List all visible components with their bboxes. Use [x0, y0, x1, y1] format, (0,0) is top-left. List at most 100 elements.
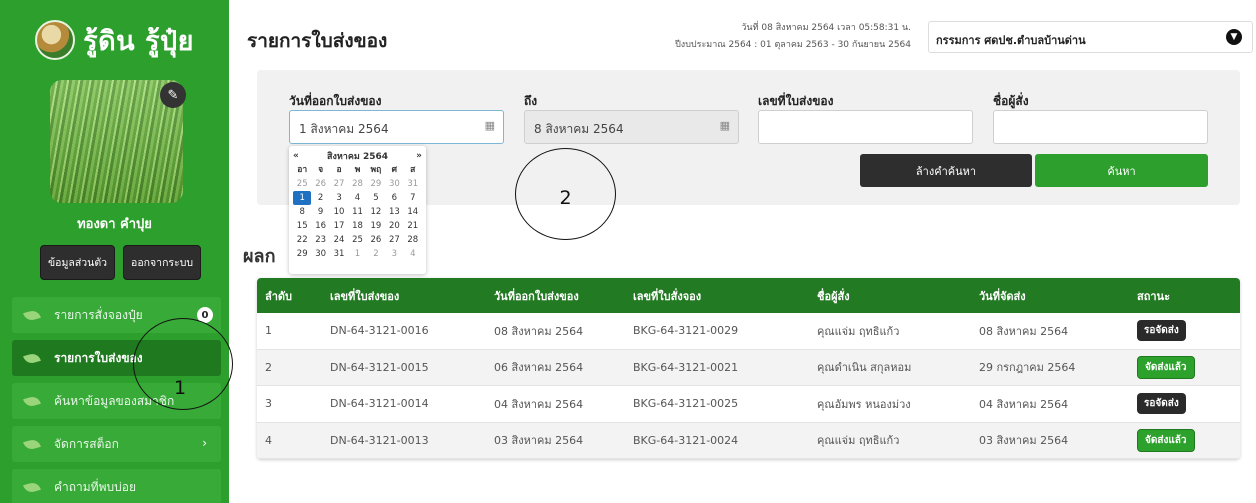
doc-number-label: เลขที่ใบส่งของ — [758, 94, 834, 108]
column-header[interactable]: เลขที่ใบสั่งจอง — [633, 278, 701, 313]
datepicker-day[interactable]: 28 — [404, 233, 422, 247]
datepicker-day[interactable]: 19 — [367, 219, 385, 233]
datepicker-day[interactable]: 23 — [311, 233, 329, 247]
datepicker-day[interactable]: 18 — [348, 219, 366, 233]
datepicker-day[interactable]: 17 — [330, 219, 348, 233]
datepicker-day[interactable]: 14 — [404, 205, 422, 219]
datepicker-day[interactable]: 1 — [293, 191, 312, 205]
table-cell: 08 สิงหาคม 2564 — [979, 324, 1069, 338]
datepicker-day[interactable]: 4 — [404, 247, 422, 261]
datepicker-day[interactable]: 12 — [367, 205, 385, 219]
rice-logo-icon — [35, 20, 76, 60]
datepicker-day[interactable]: 22 — [293, 233, 311, 247]
table-row[interactable]: 3 DN-64-3121-0014 04 สิงหาคม 2564 BKG-64-31… — [257, 386, 1240, 423]
table-cell: DN-64-3121-0015 — [330, 360, 429, 374]
datepicker-day[interactable]: 21 — [404, 219, 422, 233]
weekday-label: อ — [336, 165, 342, 175]
table-cell: 29 กรกฎาคม 2564 — [979, 361, 1076, 375]
buyer-name-input[interactable] — [993, 110, 1208, 144]
brand[interactable]: รู้ดิน รู้ปุ๋ย — [0, 15, 229, 65]
datepicker-day[interactable]: 27 — [330, 177, 348, 191]
sidebar-item-faq[interactable]: คำถามที่พบบ่อย — [12, 469, 221, 503]
status-cell: จัดส่งแล้ว — [1137, 350, 1195, 386]
sidebar-item-label: คำถามที่พบบ่อย — [54, 479, 136, 494]
datepicker-day[interactable]: 2 — [311, 191, 329, 205]
to-date-input[interactable]: 8 สิงหาคม 2564 ▦ — [524, 110, 739, 144]
table-cell: 03 สิงหาคม 2564 — [494, 434, 584, 448]
datepicker-day[interactable]: 3 — [385, 247, 403, 261]
sidebar-item-stock[interactable]: จัดการสต็อก › — [12, 426, 221, 462]
datepicker-day[interactable]: 29 — [367, 177, 385, 191]
leaf-icon — [23, 437, 41, 451]
user-dropdown-value: กรรมการ ศดปช.ตำบลบ้านด่าน — [936, 34, 1086, 47]
datepicker-day[interactable]: 25 — [348, 233, 366, 247]
datepicker-day[interactable]: 25 — [293, 177, 311, 191]
table-cell: 03 สิงหาคม 2564 — [979, 434, 1069, 448]
datepicker-prev[interactable]: « — [293, 151, 299, 161]
datepicker-day[interactable]: 10 — [330, 205, 348, 219]
datepicker-month[interactable]: สิงหาคม 2564 — [327, 149, 388, 163]
table-row[interactable]: 2 DN-64-3121-0015 06 สิงหาคม 2564 BKG-64-31… — [257, 349, 1240, 386]
column-header[interactable]: ลำดับ — [265, 278, 292, 313]
table-row[interactable]: 1 DN-64-3121-0016 08 สิงหาคม 2564 BKG-64-31… — [257, 313, 1240, 350]
table-cell: 1 — [265, 324, 272, 338]
table-cell: คุณแจ่ม ฤทธิแก้ว — [817, 324, 900, 338]
datepicker-day[interactable]: 3 — [330, 191, 348, 205]
datepicker-day[interactable]: 6 — [385, 191, 403, 205]
status-badge: รอจัดส่ง — [1137, 320, 1186, 342]
datepicker-day[interactable]: 15 — [293, 219, 311, 233]
datepicker-day[interactable]: 29 — [293, 247, 311, 261]
datepicker-day[interactable]: 31 — [330, 247, 348, 261]
calendar-icon[interactable]: ▦ — [720, 119, 730, 132]
datepicker-next[interactable]: » — [416, 151, 422, 161]
datepicker-day[interactable]: 30 — [311, 247, 329, 261]
weekday-label: อา — [297, 165, 308, 175]
datepicker-day[interactable]: 5 — [367, 191, 385, 205]
table-row[interactable]: 4 DN-64-3121-0013 03 สิงหาคม 2564 BKG-64-31… — [257, 422, 1240, 459]
search-button[interactable]: ค้นหา — [1035, 154, 1208, 187]
datepicker-day[interactable]: 7 — [404, 191, 422, 205]
pencil-icon[interactable]: ✎ — [160, 82, 186, 108]
datepicker-day[interactable]: 4 — [348, 191, 366, 205]
user-dropdown[interactable]: กรรมการ ศดปช.ตำบลบ้านด่าน ▼ — [928, 21, 1253, 53]
leaf-icon — [23, 394, 41, 408]
logout-button[interactable]: ออกจากระบบ — [123, 245, 202, 280]
from-date-input[interactable]: 1 สิงหาคม 2564 ▦ — [289, 110, 504, 144]
datepicker-day[interactable]: 24 — [330, 233, 348, 247]
weekday-label: พ — [354, 165, 361, 175]
clear-search-button[interactable]: ล้างคำค้นหา — [860, 154, 1032, 187]
status-badge: จัดส่งแล้ว — [1137, 428, 1195, 452]
results-table: ลำดับ เลขที่ใบส่งของ วันที่ออกใบส่งของ เลขท… — [257, 278, 1240, 459]
profile-button[interactable]: ข้อมูลส่วนตัว — [40, 245, 116, 280]
datepicker-header: « สิงหาคม 2564 » — [293, 149, 422, 163]
weekday-label: พฤ — [370, 165, 382, 175]
table-cell: BKG-64-3121-0025 — [633, 397, 739, 411]
datepicker-day[interactable]: 9 — [311, 205, 329, 219]
column-header[interactable]: ชื่อผู้สั่ง — [817, 278, 850, 313]
datepicker-day[interactable]: 8 — [293, 205, 311, 219]
sidebar-item-label: รายการใบส่งของ — [54, 350, 143, 365]
doc-number-input[interactable] — [758, 110, 973, 144]
datepicker-day[interactable]: 31 — [404, 177, 422, 191]
column-header[interactable]: วันที่จัดส่ง — [979, 278, 1026, 313]
datepicker-day[interactable]: 13 — [385, 205, 403, 219]
datepicker-day[interactable]: 30 — [385, 177, 403, 191]
column-header[interactable]: เลขที่ใบส่งของ — [330, 278, 399, 313]
datepicker-day[interactable]: 2 — [367, 247, 385, 261]
annotation-label: 1 — [173, 377, 187, 399]
datepicker-day[interactable]: 16 — [311, 219, 329, 233]
table-cell: 04 สิงหาคม 2564 — [979, 397, 1069, 411]
calendar-icon[interactable]: ▦ — [485, 119, 495, 132]
column-header[interactable]: วันที่ออกใบส่งของ — [494, 278, 579, 313]
datepicker-day[interactable]: 27 — [385, 233, 403, 247]
status-badge: จัดส่งแล้ว — [1137, 355, 1195, 379]
column-header[interactable]: สถานะ — [1137, 278, 1170, 313]
fiscal-year: ปีงบประมาณ 2564 : 01 ตุลาคม 2563 - 30 กั… — [675, 40, 911, 50]
datepicker-day[interactable]: 11 — [348, 205, 366, 219]
datepicker-day[interactable]: 26 — [367, 233, 385, 247]
datepicker-day[interactable]: 20 — [385, 219, 403, 233]
datepicker-day[interactable]: 28 — [348, 177, 366, 191]
datepicker-day[interactable]: 1 — [348, 247, 366, 261]
datepicker-day[interactable]: 26 — [311, 177, 329, 191]
table-cell: 4 — [265, 433, 272, 447]
